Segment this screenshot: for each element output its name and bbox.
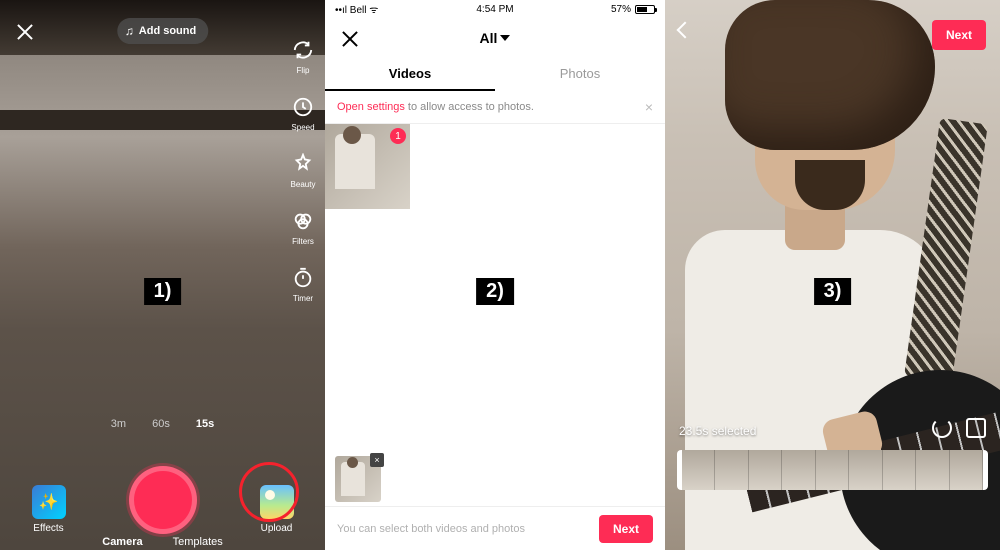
beauty-icon (289, 150, 317, 178)
step-2-label: 2) (476, 278, 514, 305)
upload-button[interactable]: Upload (260, 485, 294, 534)
filters-tool[interactable]: Filters (289, 207, 317, 246)
timer-label: Timer (293, 294, 313, 303)
gallery-footer: You can select both videos and photos Ne… (325, 506, 665, 550)
timeline-frame (749, 450, 782, 490)
add-sound-button[interactable]: ♫ Add sound (117, 18, 208, 44)
media-tabs: Videos Photos (325, 58, 665, 91)
selected-duration-label: 23.5s selected (679, 424, 756, 438)
tab-videos[interactable]: Videos (325, 58, 495, 91)
remove-selection-button[interactable]: × (370, 453, 384, 467)
camera-screen: ♫ Add sound Flip Speed Beauty Filters Ti… (0, 0, 325, 550)
mode-camera[interactable]: Camera (102, 536, 142, 548)
timer-icon (289, 264, 317, 292)
record-icon (129, 466, 197, 534)
duration-15s[interactable]: 15s (196, 418, 214, 430)
trim-tools (932, 418, 986, 438)
footer-hint: You can select both videos and photos (337, 523, 525, 535)
status-bar: ••ıl Bell ᯤ 4:54 PM 57% (325, 0, 665, 18)
timeline-frame (916, 450, 949, 490)
upload-label: Upload (261, 523, 293, 534)
media-grid: 1 (325, 124, 665, 214)
trim-screen: Next 3) 23.5s selected (665, 0, 1000, 550)
album-selector[interactable]: All (480, 30, 511, 46)
record-button[interactable] (129, 466, 197, 534)
timeline-frame (715, 450, 748, 490)
timeline-frame (950, 450, 983, 490)
tab-photos[interactable]: Photos (495, 58, 665, 91)
effects-button[interactable]: ✨ Effects (32, 485, 66, 534)
preview-hair (725, 0, 935, 150)
album-label: All (480, 30, 498, 46)
permissions-banner: Open settings to allow access to photos.… (325, 91, 665, 124)
speed-label: Speed (291, 123, 314, 132)
effects-label: Effects (33, 523, 63, 534)
flip-tool[interactable]: Flip (289, 36, 317, 75)
duration-60s[interactable]: 60s (152, 418, 170, 430)
mode-templates[interactable]: Templates (173, 536, 223, 548)
battery-indicator: 57% (611, 4, 655, 15)
mode-bar: Camera Templates (0, 536, 325, 548)
filters-label: Filters (292, 237, 314, 246)
timeline-frame (682, 450, 715, 490)
beauty-tool[interactable]: Beauty (289, 150, 317, 189)
status-time: 4:54 PM (476, 4, 513, 15)
dismiss-banner-button[interactable]: × (645, 99, 653, 115)
close-button[interactable] (339, 27, 361, 49)
timeline-frame (849, 450, 882, 490)
timeline-frame (816, 450, 849, 490)
permissions-text: Open settings to allow access to photos. (337, 101, 534, 113)
flip-label: Flip (297, 66, 310, 75)
trim-timeline[interactable] (677, 450, 988, 490)
gallery-header: All (325, 18, 665, 58)
filters-icon (289, 207, 317, 235)
step-1-label: 1) (144, 278, 182, 305)
timeline-frame (883, 450, 916, 490)
preview-beard (795, 160, 865, 210)
timeline-frame (782, 450, 815, 490)
speed-icon (289, 93, 317, 121)
music-note-icon: ♫ (125, 24, 134, 38)
duration-options: 3m 60s 15s (0, 418, 325, 430)
camera-shelf-edge (0, 110, 325, 130)
step-3-label: 3) (814, 278, 852, 305)
crop-icon[interactable] (966, 418, 986, 438)
thumb-head (347, 457, 358, 468)
carrier-label: ••ıl Bell ᯤ (335, 2, 378, 16)
timer-tool[interactable]: Timer (289, 264, 317, 303)
chevron-down-icon (500, 35, 510, 41)
beauty-label: Beauty (291, 180, 316, 189)
next-button[interactable]: Next (932, 20, 986, 50)
next-button[interactable]: Next (599, 515, 653, 543)
rotate-icon[interactable] (932, 418, 952, 438)
add-sound-label: Add sound (139, 25, 196, 37)
flip-icon (289, 36, 317, 64)
effects-icon: ✨ (32, 485, 66, 519)
video-thumbnail[interactable]: 1 (325, 124, 410, 209)
selected-thumbnail[interactable]: × (335, 456, 381, 502)
upload-icon (260, 485, 294, 519)
back-button[interactable] (679, 24, 691, 36)
side-tools: Flip Speed Beauty Filters Timer (289, 36, 317, 303)
selection-badge: 1 (390, 128, 406, 144)
gallery-screen: ••ıl Bell ᯤ 4:54 PM 57% All Videos Photo… (325, 0, 665, 550)
close-icon (14, 20, 36, 42)
battery-icon (635, 5, 655, 14)
thumb-head (343, 126, 361, 144)
close-icon (339, 27, 361, 49)
duration-3m[interactable]: 3m (111, 418, 126, 430)
speed-tool[interactable]: Speed (289, 93, 317, 132)
open-settings-link[interactable]: Open settings (337, 101, 405, 113)
close-button[interactable] (14, 20, 36, 42)
selection-tray: × (325, 452, 665, 506)
bottom-controls: ✨ Effects Upload (0, 466, 325, 534)
chevron-left-icon (677, 22, 694, 39)
